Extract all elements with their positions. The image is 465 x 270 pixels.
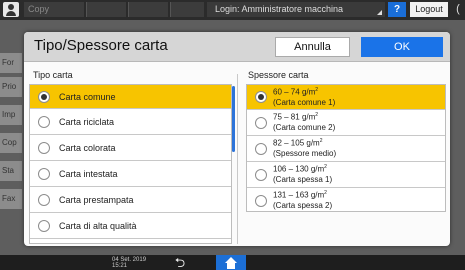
bg-tab: Cop bbox=[0, 133, 22, 153]
paper-thickness-list: 60 – 74 g/m2 (Carta comune 1) 75 – 81 g/… bbox=[246, 84, 446, 212]
time-text: 15:21 bbox=[112, 263, 128, 269]
bg-tab: For bbox=[0, 53, 22, 73]
app-name: Copy bbox=[24, 2, 84, 17]
paper-type-option-carta-colorata[interactable]: Carta colorata bbox=[30, 135, 231, 161]
radio-icon bbox=[38, 142, 50, 154]
thickness-option-5[interactable]: 131 – 163 g/m2 (Carta spessa 2) bbox=[247, 188, 445, 211]
radio-icon bbox=[38, 194, 50, 206]
login-text: Login: Amministratore macchina bbox=[215, 4, 344, 14]
column-divider bbox=[237, 74, 238, 244]
login-status[interactable]: Login: Amministratore macchina bbox=[207, 2, 385, 17]
paper-type-label: Tipo carta bbox=[33, 70, 73, 80]
user-icon[interactable] bbox=[3, 2, 19, 17]
radio-icon bbox=[255, 117, 267, 129]
dropdown-corner-icon bbox=[377, 10, 382, 15]
thickness-desc: (Carta comune 2) bbox=[273, 123, 336, 132]
paper-type-option-partial[interactable] bbox=[30, 239, 231, 243]
paper-type-option-carta-comune[interactable]: Carta comune bbox=[30, 85, 231, 109]
paper-type-option-carta-intestata[interactable]: Carta intestata bbox=[30, 161, 231, 187]
option-label: Carta intestata bbox=[59, 169, 118, 179]
date-time: 04 Set. 2019 15:21 bbox=[112, 257, 146, 269]
option-label: Carta di alta qualità bbox=[59, 221, 137, 231]
radio-icon bbox=[38, 168, 50, 180]
dialog-title: Tipo/Spessore carta bbox=[34, 37, 168, 54]
paper-type-option-carta-riciclata[interactable]: Carta riciclata bbox=[30, 109, 231, 135]
thickness-range: 106 – 130 g/m2 bbox=[273, 164, 327, 174]
logout-button[interactable]: Logout bbox=[410, 2, 448, 17]
thickness-option-4[interactable]: 106 – 130 g/m2 (Carta spessa 1) bbox=[247, 162, 445, 188]
scrollbar[interactable] bbox=[232, 86, 235, 152]
thickness-range: 82 – 105 g/m2 bbox=[273, 138, 323, 148]
thickness-desc: (Carta spessa 2) bbox=[273, 201, 333, 210]
option-label: Carta prestampata bbox=[59, 195, 134, 205]
ok-button[interactable]: OK bbox=[361, 37, 443, 57]
thickness-option-2[interactable]: 75 – 81 g/m2 (Carta comune 2) bbox=[247, 110, 445, 136]
thickness-range: 75 – 81 g/m2 bbox=[273, 112, 319, 122]
status-segment bbox=[170, 2, 204, 17]
thickness-option-1[interactable]: 60 – 74 g/m2 (Carta comune 1) bbox=[247, 85, 445, 110]
option-label: Carta riciclata bbox=[59, 117, 115, 127]
thickness-desc: (Carta comune 1) bbox=[273, 98, 336, 107]
bg-tab: Imp bbox=[0, 105, 22, 125]
radio-selected-icon bbox=[255, 91, 267, 103]
top-bar: Copy Login: Amministratore macchina ? Lo… bbox=[0, 0, 465, 20]
radio-icon bbox=[38, 220, 50, 232]
radio-selected-icon bbox=[38, 91, 50, 103]
cancel-button[interactable]: Annulla bbox=[275, 37, 350, 57]
radio-icon bbox=[255, 143, 267, 155]
help-button[interactable]: ? bbox=[388, 2, 406, 17]
bg-tab: Prio bbox=[0, 77, 22, 97]
paper-type-option-carta-alta-qualita[interactable]: Carta di alta qualità bbox=[30, 213, 231, 239]
paper-type-list: Carta comune Carta riciclata Carta color… bbox=[29, 84, 232, 244]
bg-tab: Sta bbox=[0, 161, 22, 181]
thickness-desc: (Carta spessa 1) bbox=[273, 175, 333, 184]
option-label: Carta colorata bbox=[59, 143, 116, 153]
back-arrow-icon[interactable]: ⮌ bbox=[168, 255, 192, 270]
thickness-range: 60 – 74 g/m2 bbox=[273, 87, 319, 97]
radio-icon bbox=[38, 116, 50, 128]
radio-icon bbox=[255, 169, 267, 181]
status-segment bbox=[86, 2, 126, 17]
radio-icon bbox=[255, 195, 267, 207]
home-icon[interactable] bbox=[216, 255, 246, 270]
paper-thickness-label: Spessore carta bbox=[248, 70, 309, 80]
bg-tab: Fax bbox=[0, 189, 22, 209]
paper-type-dialog: Tipo/Spessore carta Annulla OK Tipo cart… bbox=[24, 32, 450, 246]
thickness-desc: (Spessore medio) bbox=[273, 149, 337, 158]
dialog-header: Tipo/Spessore carta Annulla OK bbox=[24, 32, 450, 62]
power-icon[interactable]: ( bbox=[452, 2, 464, 17]
option-label: Carta comune bbox=[59, 92, 116, 102]
bottom-bar: 04 Set. 2019 15:21 ⮌ bbox=[0, 255, 465, 270]
paper-type-option-carta-prestampata[interactable]: Carta prestampata bbox=[30, 187, 231, 213]
thickness-option-3[interactable]: 82 – 105 g/m2 (Spessore medio) bbox=[247, 136, 445, 162]
thickness-range: 131 – 163 g/m2 bbox=[273, 190, 327, 200]
status-segment bbox=[128, 2, 168, 17]
